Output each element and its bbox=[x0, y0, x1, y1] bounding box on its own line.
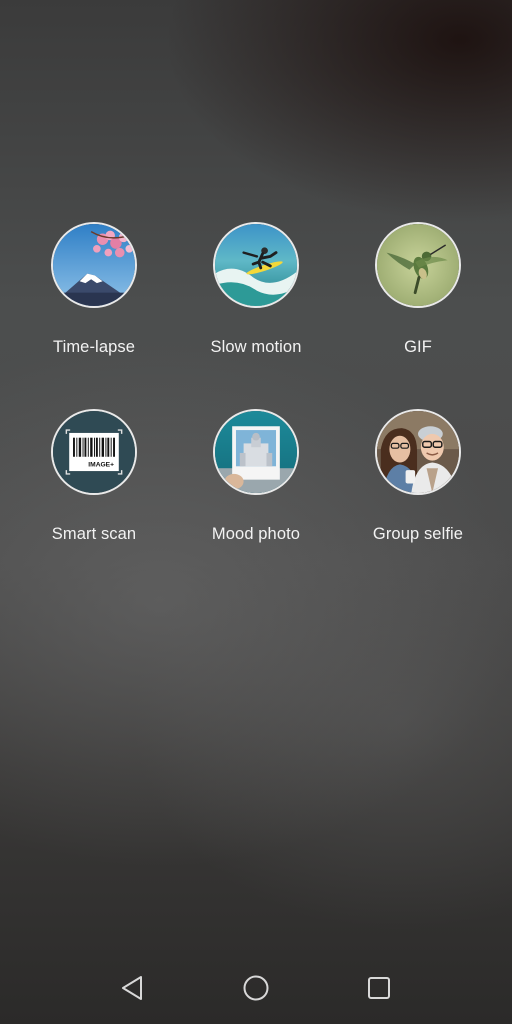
mode-label: Time-lapse bbox=[53, 338, 135, 356]
polaroid-photo-icon bbox=[213, 409, 299, 495]
mode-slow-motion[interactable]: Slow motion bbox=[175, 222, 337, 357]
recents-button[interactable] bbox=[355, 964, 403, 1012]
mode-label: Slow motion bbox=[210, 338, 302, 356]
svg-text:IMAGE+: IMAGE+ bbox=[88, 461, 114, 468]
navigation-bar bbox=[0, 952, 512, 1024]
mode-gif[interactable]: GIF bbox=[337, 222, 499, 357]
mode-label: GIF bbox=[404, 338, 432, 356]
mode-label: Mood photo bbox=[211, 525, 301, 543]
back-triangle-icon bbox=[122, 976, 143, 1000]
hummingbird-icon bbox=[375, 222, 461, 308]
couple-selfie-icon bbox=[375, 409, 461, 495]
mode-group-selfie[interactable]: Group selfie bbox=[337, 409, 499, 544]
mode-mood-photo[interactable]: Mood photo bbox=[175, 409, 337, 544]
barcode-icon: IMAGE+ bbox=[51, 409, 137, 495]
home-button[interactable] bbox=[232, 964, 280, 1012]
mount-fuji-icon bbox=[51, 222, 137, 308]
mode-label: Group selfie bbox=[372, 525, 464, 543]
mode-smart-scan[interactable]: IMAGE+ Smart scan bbox=[13, 409, 175, 544]
surfer-icon bbox=[213, 222, 299, 308]
camera-mode-grid: Time-lapse Slow motion GIF IMAGE+ Smart … bbox=[0, 222, 512, 544]
back-button[interactable] bbox=[109, 964, 157, 1012]
recents-square-icon bbox=[367, 977, 390, 999]
mode-label: Smart scan bbox=[51, 525, 137, 543]
home-circle-icon bbox=[243, 975, 269, 1001]
mode-time-lapse[interactable]: Time-lapse bbox=[13, 222, 175, 357]
